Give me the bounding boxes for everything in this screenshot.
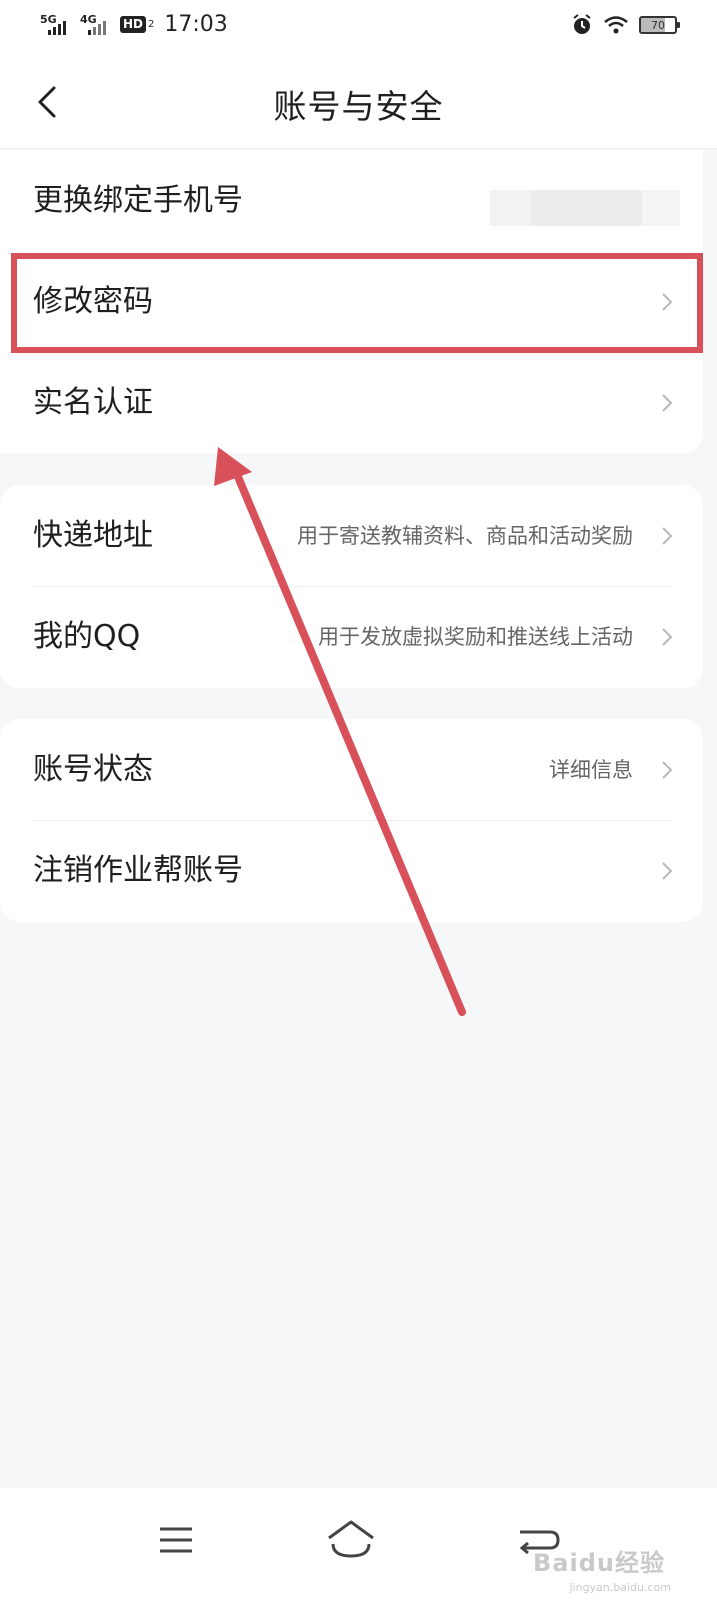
row-label: 快递地址 bbox=[33, 518, 153, 553]
row-label: 账号状态 bbox=[33, 752, 153, 787]
alarm-icon bbox=[573, 14, 591, 34]
home-icon bbox=[328, 1520, 374, 1558]
chevron-right-icon bbox=[662, 761, 673, 779]
masked-phone-number bbox=[490, 182, 680, 228]
change-password-row[interactable]: 修改密码 bbox=[0, 251, 703, 353]
chevron-right-icon bbox=[662, 527, 673, 545]
account-status-row[interactable]: 账号状态 详细信息 bbox=[0, 719, 703, 821]
status-bar: 5G 4G HD 2 17:03 70 bbox=[0, 0, 717, 56]
wifi-icon bbox=[604, 16, 628, 34]
chevron-right-icon bbox=[662, 628, 673, 646]
row-label: 实名认证 bbox=[33, 385, 153, 420]
address-row[interactable]: 快递地址 用于寄送教辅资料、商品和活动奖励 bbox=[0, 485, 703, 587]
header-bar: 账号与安全 bbox=[0, 56, 717, 149]
chevron-right-icon bbox=[662, 394, 673, 412]
real-name-row[interactable]: 实名认证 bbox=[0, 352, 703, 454]
hd-sub: 2 bbox=[148, 19, 155, 30]
home-button[interactable] bbox=[321, 1510, 381, 1570]
menu-button[interactable] bbox=[146, 1510, 206, 1570]
status-right: 70 bbox=[571, 14, 680, 36]
row-detail: 用于发放虚拟奖励和推送线上活动 bbox=[318, 625, 633, 649]
chevron-right-icon bbox=[662, 293, 673, 311]
status-time: 17:03 bbox=[164, 12, 228, 37]
system-nav-bar: Baidu经验 jingyan.baidu.com bbox=[0, 1488, 717, 1600]
page-title: 账号与安全 bbox=[273, 87, 444, 126]
row-detail: 用于寄送教辅资料、商品和活动奖励 bbox=[297, 524, 633, 548]
status-left: 5G 4G HD 2 17:03 bbox=[40, 12, 228, 37]
battery-level: 70 bbox=[651, 18, 665, 32]
row-label: 更换绑定手机号 bbox=[33, 183, 243, 218]
qq-row[interactable]: 我的QQ 用于发放虚拟奖励和推送线上活动 bbox=[0, 586, 703, 688]
signal-bars-icon bbox=[88, 20, 106, 35]
battery-icon: 70 bbox=[639, 16, 680, 34]
watermark-url: jingyan.baidu.com bbox=[569, 1581, 671, 1594]
signal-bars-icon bbox=[48, 20, 66, 35]
signal-4g: 4G bbox=[80, 13, 112, 37]
chevron-right-icon bbox=[662, 862, 673, 880]
row-label: 我的QQ bbox=[33, 619, 141, 654]
row-label: 注销作业帮账号 bbox=[33, 853, 243, 888]
hd-badge: HD bbox=[120, 16, 147, 33]
menu-icon bbox=[160, 1527, 192, 1553]
deactivate-account-row[interactable]: 注销作业帮账号 bbox=[0, 820, 703, 922]
watermark-logo: Baidu经验 bbox=[533, 1549, 665, 1577]
row-label: 修改密码 bbox=[33, 284, 153, 319]
row-detail: 详细信息 bbox=[549, 758, 633, 782]
settings-group-2: 快递地址 用于寄送教辅资料、商品和活动奖励 我的QQ 用于发放虚拟奖励和推送线上… bbox=[0, 485, 703, 688]
signal-5g: 5G bbox=[40, 13, 72, 37]
settings-group-3: 账号状态 详细信息 注销作业帮账号 bbox=[0, 719, 703, 922]
